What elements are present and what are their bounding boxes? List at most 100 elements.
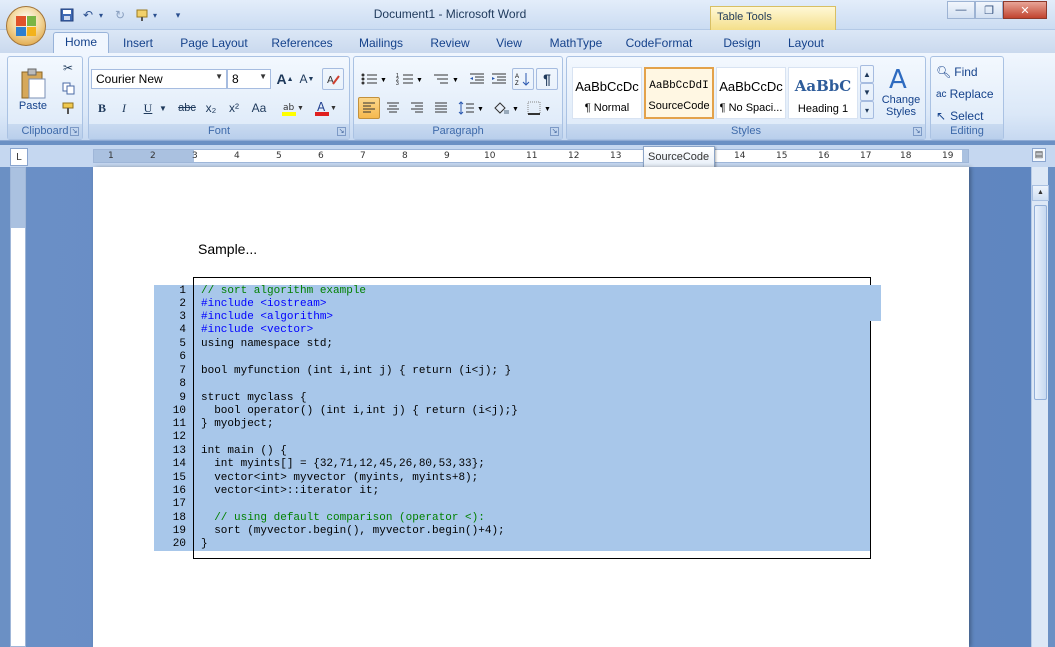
sort-icon[interactable]: AZ <box>512 68 534 90</box>
svg-text:A: A <box>889 65 907 94</box>
clipboard-launcher-icon[interactable]: ↘ <box>70 127 79 136</box>
style-heading-1[interactable]: AaBbC Heading 1 <box>788 67 858 119</box>
font-color-icon[interactable]: A ▼ <box>311 97 339 119</box>
paragraph-launcher-icon[interactable]: ↘ <box>550 127 559 136</box>
code-line: 10 bool operator() (int i,int j) { retur… <box>154 405 518 418</box>
cursor-icon: ↖ <box>936 109 947 123</box>
increase-indent-icon[interactable] <box>488 68 510 90</box>
bullets-icon[interactable]: ▼ <box>358 68 390 90</box>
decrease-indent-icon[interactable] <box>466 68 488 90</box>
underline-button[interactable]: U <box>139 97 157 119</box>
font-size-combo[interactable]: 8 ▼ <box>227 69 271 89</box>
code-line: 8 <box>154 378 186 391</box>
svg-text:▼: ▼ <box>544 106 551 113</box>
style-sourcecode[interactable]: AaBbCcDdI SourceCode <box>644 67 714 119</box>
restore-button[interactable]: ❐ <box>975 1 1003 19</box>
tab-mailings[interactable]: Mailings <box>352 34 410 53</box>
shading-icon[interactable]: ▼ <box>491 97 521 119</box>
code-text: vector<int> myvector (myints, myints+8); <box>201 472 479 484</box>
find-button[interactable]: 🔍︎ Find <box>935 61 1001 83</box>
view-ruler-icon[interactable]: ▤ <box>1032 148 1046 162</box>
ruler-tick: 16 <box>818 151 830 161</box>
select-label: Select <box>950 109 984 123</box>
code-line: 2 #include <iostream> <box>154 298 326 311</box>
borders-icon[interactable]: ▼ <box>525 97 555 119</box>
line-number: 19 <box>172 525 186 537</box>
font-launcher-icon[interactable]: ↘ <box>337 127 346 136</box>
tab-codeformat[interactable]: CodeFormat <box>622 34 696 53</box>
styles-scroll-up-icon[interactable]: ▲ <box>860 65 874 83</box>
ruler-tick: 2 <box>150 151 156 161</box>
svg-text:Z: Z <box>515 81 519 87</box>
ruler-tick: 18 <box>900 151 912 161</box>
style-no-spacing[interactable]: AaBbCcDc ¶ No Spaci... <box>716 67 786 119</box>
paste-label: Paste <box>18 100 48 112</box>
styles-group: AaBbCcDc ¶ Normal AaBbCcDdI SourceCode A… <box>566 56 926 140</box>
style-name: SourceCode <box>648 100 710 112</box>
subscript-button[interactable]: x₂ <box>201 97 221 119</box>
svg-text:A: A <box>327 75 334 86</box>
word-window: ↶ ▾ ↻ ▾ ▾ Document1 - Microsoft Word Tab… <box>0 0 1055 647</box>
line-spacing-icon[interactable]: ▼ <box>456 97 486 119</box>
scroll-thumb[interactable] <box>1034 205 1047 400</box>
highlight-color-icon[interactable]: ab ▼ <box>278 97 306 119</box>
tab-review[interactable]: Review <box>424 34 476 53</box>
horizontal-ruler[interactable]: 1 2 3 4 5 6 7 8 9 10 11 12 13 14 15 16 1… <box>0 145 1055 167</box>
replace-button[interactable]: ac Replace <box>935 83 1001 105</box>
show-paragraph-marks-icon[interactable]: ¶ <box>536 68 558 90</box>
styles-group-label: Styles <box>567 124 925 139</box>
tab-insert[interactable]: Insert <box>115 34 161 53</box>
scroll-up-icon[interactable]: ▲ <box>1032 185 1049 201</box>
superscript-button[interactable]: x² <box>224 97 244 119</box>
svg-text:A: A <box>317 100 326 114</box>
line-number: 17 <box>172 498 186 510</box>
align-left-icon[interactable] <box>358 97 380 119</box>
vertical-ruler[interactable] <box>10 167 26 647</box>
style-name: ¶ No Spaci... <box>719 102 783 114</box>
styles-more-icon[interactable]: ▾ <box>860 101 874 119</box>
ruler-tick: 5 <box>276 151 282 161</box>
style-normal[interactable]: AaBbCcDc ¶ Normal <box>572 67 642 119</box>
code-text: using namespace std; <box>201 338 334 350</box>
paragraph-group-label: Paragraph <box>354 124 562 139</box>
change-case-button[interactable]: Aa <box>247 97 271 119</box>
align-center-icon[interactable] <box>382 97 404 119</box>
tab-selector-icon[interactable]: L <box>10 148 28 166</box>
format-painter-icon[interactable] <box>58 99 78 117</box>
tab-home[interactable]: Home <box>53 32 109 53</box>
strikethrough-button[interactable]: abc <box>175 97 199 119</box>
cut-icon[interactable]: ✂ <box>58 59 78 77</box>
paste-button[interactable]: Paste <box>10 61 56 119</box>
svg-text:▼: ▼ <box>512 106 519 113</box>
tab-references[interactable]: References <box>267 34 337 53</box>
close-button[interactable]: ✕ <box>1003 1 1047 19</box>
tab-mathtype[interactable]: MathType <box>544 34 608 53</box>
align-right-icon[interactable] <box>406 97 428 119</box>
justify-icon[interactable] <box>430 97 452 119</box>
grow-font-button[interactable]: A ▲ <box>275 68 295 90</box>
tab-view[interactable]: View <box>489 34 529 53</box>
bold-button[interactable]: B <box>93 97 111 119</box>
shrink-font-button[interactable]: A ▼ <box>297 68 317 90</box>
svg-text:▼: ▼ <box>477 106 484 113</box>
ruler-tick: 1 <box>108 151 114 161</box>
numbering-icon[interactable]: 1 2 3 ▼ <box>394 68 426 90</box>
tab-page-layout[interactable]: Page Layout <box>176 34 252 53</box>
tab-design[interactable]: Design <box>717 34 767 53</box>
tab-layout[interactable]: Layout <box>782 34 830 53</box>
font-name-combo[interactable]: Courier New ▼ <box>91 69 227 89</box>
office-button[interactable] <box>6 6 46 46</box>
style-sample: AaBbCcDc <box>719 79 783 94</box>
ruler-tick: 8 <box>402 151 408 161</box>
italic-button[interactable]: I <box>115 97 133 119</box>
styles-scroll-down-icon[interactable]: ▼ <box>860 83 874 101</box>
styles-launcher-icon[interactable]: ↘ <box>913 127 922 136</box>
sample-paragraph[interactable]: Sample... <box>198 241 257 257</box>
clear-formatting-icon[interactable]: A <box>322 68 344 90</box>
multilevel-list-icon[interactable]: ▼ <box>430 68 462 90</box>
change-styles-button[interactable]: A Change Styles <box>877 61 925 121</box>
vertical-scrollbar[interactable]: ▲ <box>1031 167 1049 647</box>
copy-icon[interactable] <box>58 79 78 97</box>
minimize-button[interactable]: — <box>947 1 975 19</box>
underline-dropdown-icon[interactable]: ▼ <box>158 97 168 119</box>
